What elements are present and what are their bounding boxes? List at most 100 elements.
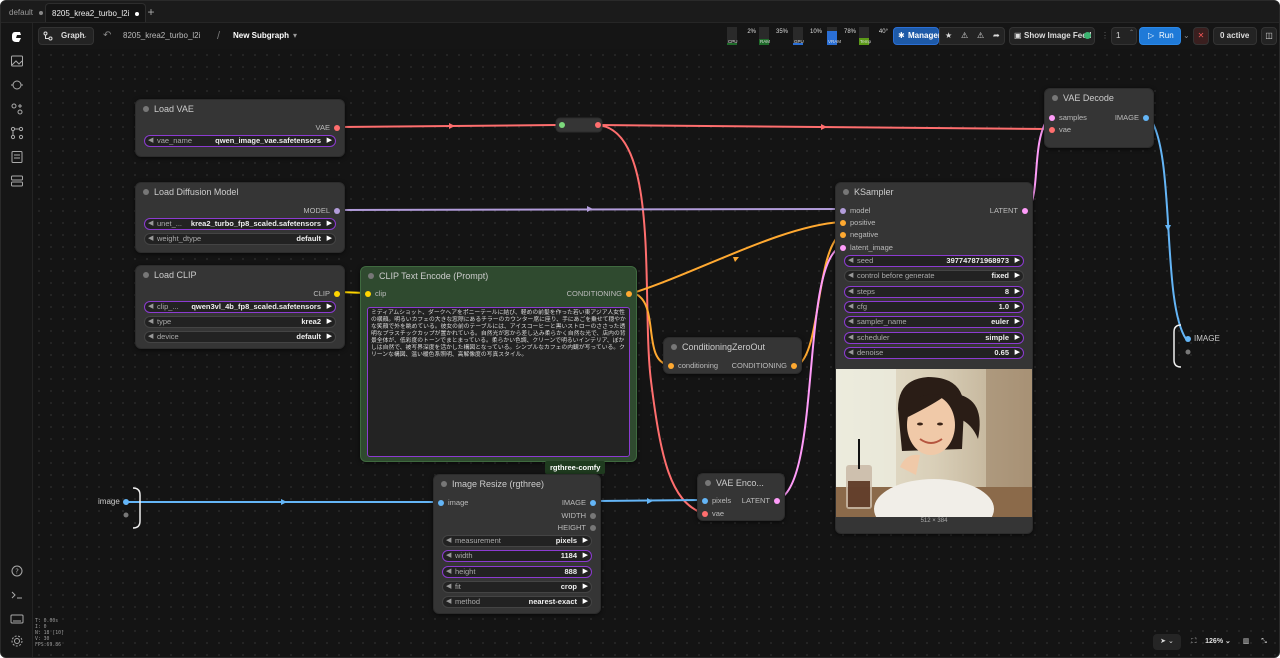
link-visibility-icon[interactable]: ⤡ [1257,634,1271,650]
arrow-left-icon[interactable]: ◀ [848,256,853,266]
widget-type[interactable]: ◀ type krea2 ▶ [144,316,336,328]
node-library-icon[interactable] [9,101,25,117]
node-vae-decode[interactable]: VAE Decode samples IMAGE vae [1044,88,1154,148]
arrow-right-icon[interactable]: ▶ [583,597,588,607]
history-icon[interactable] [9,77,25,93]
zoom-control[interactable]: 126% ⌄ [1203,634,1233,650]
graph-dropdown[interactable]: Graph ⌄ [38,27,94,45]
breadcrumb-subgraph[interactable]: New Subgraph [233,27,289,45]
input-slot-vae[interactable]: vae [702,508,724,520]
widget-scheduler[interactable]: ◀ scheduler simple ▶ [844,331,1024,344]
node-ksampler[interactable]: KSampler model LATENT positive negative … [835,182,1033,534]
arrow-right-icon[interactable]: ▶ [1015,256,1020,266]
arrow-right-icon[interactable]: ▶ [327,219,332,229]
input-slot-positive[interactable]: positive [840,217,875,229]
toggle-panel-icon[interactable]: ◫ [1261,27,1277,45]
node-vae-encode[interactable]: VAE Enco... pixels LATENT vae [697,473,785,521]
undo-icon[interactable]: ↶ [103,27,111,45]
widget-unet-name[interactable]: ◀ unet_... krea2_turbo_fp8_scaled.safetens… [144,218,336,230]
image-icon[interactable] [9,53,25,69]
arrow-left-icon[interactable]: ◀ [848,302,853,312]
output-slot-vae[interactable]: VAE [316,122,340,134]
output-slot-model[interactable]: MODEL [303,205,340,217]
arrow-right-icon[interactable]: ▶ [1015,271,1020,281]
arrow-right-icon[interactable]: ▶ [327,136,332,146]
arrow-left-icon[interactable]: ◀ [148,234,153,244]
output-slot-conditioning[interactable]: CONDITIONING [732,360,797,372]
widget-control-before-generate[interactable]: ◀ control before generate fixed ▶ [844,270,1024,283]
arrow-left-icon[interactable]: ◀ [848,333,853,343]
widget-method[interactable]: ◀ method nearest-exact ▶ [442,596,592,609]
select-mode-button[interactable]: ➤ ⌄ [1153,634,1181,650]
arrow-left-icon[interactable]: ◀ [148,332,153,342]
share-icon[interactable]: ➦ [993,28,1000,44]
fit-view-icon[interactable]: ⛶ [1187,634,1201,650]
new-tab-icon[interactable]: + [144,4,158,20]
widget-denoise[interactable]: ◀ denoise 0.65 ▶ [844,346,1024,359]
node-load-clip[interactable]: Load CLIP CLIP ◀ clip_... qwen3vl_4b_fp8_s… [135,265,345,349]
widget-weight-dtype[interactable]: ◀ weight_dtype default ▶ [144,233,336,245]
arrow-right-icon[interactable]: ▶ [327,234,332,244]
arrow-left-icon[interactable]: ◀ [148,136,153,146]
input-slot-conditioning[interactable]: conditioning [668,360,718,372]
chevron-down-icon[interactable]: ▾ [293,27,297,45]
warning-icon[interactable]: ⚠ [961,28,968,44]
stepper-icon[interactable]: ⌃ [1129,25,1134,41]
arrow-left-icon[interactable]: ◀ [446,597,451,607]
input-slot-image[interactable]: image [438,497,468,509]
keyboard-icon[interactable] [9,611,25,627]
input-slot-negative[interactable]: negative [840,229,878,241]
output-slot-width[interactable]: WIDTH [561,510,596,522]
output-slot-height[interactable]: HEIGHT [558,522,596,534]
arrow-right-icon[interactable]: ▶ [1015,302,1020,312]
chevron-down-icon[interactable]: ⌄ [1183,27,1190,45]
settings-gear-icon[interactable] [9,633,25,649]
widget-fit[interactable]: ◀ fit crop ▶ [442,580,592,593]
widget-measurement[interactable]: ◀ measurement pixels ▶ [442,535,592,547]
widget-width[interactable]: ◀ width 1184 ▶ [442,550,592,563]
minimap-icon[interactable]: ▥ [1239,634,1253,650]
arrow-right-icon[interactable]: ▶ [583,582,588,592]
widget-steps[interactable]: ◀ steps 8 ▶ [844,285,1024,298]
arrow-right-icon[interactable]: ▶ [327,302,332,312]
widget-seed[interactable]: ◀ seed 397747871968973 ▶ [844,255,1024,267]
arrow-left-icon[interactable]: ◀ [446,536,451,546]
star-icon[interactable]: ★ [945,28,952,44]
terminal-icon[interactable] [9,587,25,603]
help-icon[interactable]: ? [9,563,25,579]
widget-cfg[interactable]: ◀ cfg 1.0 ▶ [844,300,1024,313]
arrow-left-icon[interactable]: ◀ [148,302,153,312]
input-slot-samples[interactable]: samples [1049,112,1087,124]
tab-default[interactable]: default [3,3,49,22]
arrow-right-icon[interactable]: ▶ [583,567,588,577]
arrow-right-icon[interactable]: ▶ [583,551,588,561]
arrow-right-icon[interactable]: ▶ [1015,287,1020,297]
node-conditioning-zero-out[interactable]: ConditioningZeroOut conditioning CONDITI… [663,337,802,374]
node-clip-text-encode[interactable]: CLIP Text Encode (Prompt) clip CONDITION… [360,266,637,462]
input-slot-pixels[interactable]: pixels [702,495,731,507]
arrow-left-icon[interactable]: ◀ [848,287,853,297]
prompt-textarea[interactable]: ミディアムショット、ダークヘアをポニーテールに結び、軽めの前髪を作った若い東アジ… [367,307,630,457]
input-slot-clip[interactable]: clip [365,288,386,300]
arrow-left-icon[interactable]: ◀ [848,348,853,358]
widget-clip-name[interactable]: ◀ clip_... qwen3vl_4b_fp8_scaled.safetenso… [144,301,336,313]
arrow-left-icon[interactable]: ◀ [446,582,451,592]
input-slot-vae[interactable]: vae [1049,124,1071,136]
comfy-logo-icon[interactable] [9,29,25,45]
arrow-left-icon[interactable]: ◀ [848,271,853,281]
model-library-icon[interactable] [9,125,25,141]
templates-icon[interactable] [9,173,25,189]
node-image-resize[interactable]: Image Resize (rgthree) image IMAGE WIDTH… [433,474,601,614]
output-slot-latent[interactable]: LATENT [742,495,780,507]
cancel-run-button[interactable]: ✕ [1193,27,1209,45]
batch-count-input[interactable]: 1 ⌃ [1111,27,1137,45]
arrow-right-icon[interactable]: ▶ [1015,333,1020,343]
node-load-vae[interactable]: Load VAE VAE ◀ vae_name qwen_image_vae.saf… [135,99,345,157]
manager-button[interactable]: ✱ Manager [893,27,941,45]
output-slot-latent[interactable]: LATENT [990,205,1028,217]
output-slot-image[interactable]: IMAGE [1115,112,1149,124]
preview-image[interactable] [836,369,1032,517]
node-load-diffusion-model[interactable]: Load Diffusion Model MODEL ◀ unet_... krea… [135,182,345,253]
warning-icon[interactable]: ⚠ [977,28,984,44]
show-image-feed-button[interactable]: ▣ Show Image Feed [1009,27,1095,45]
